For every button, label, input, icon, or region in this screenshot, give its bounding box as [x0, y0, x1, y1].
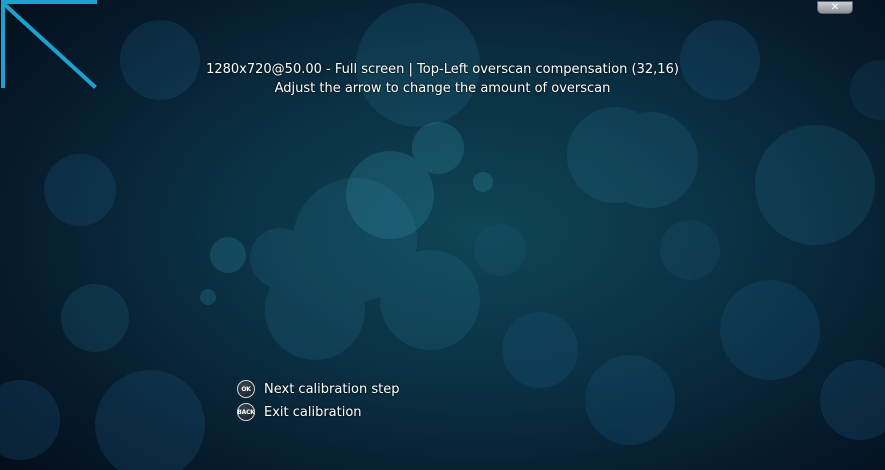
close-button[interactable]: ✕: [817, 1, 853, 14]
instruction-text: Adjust the arrow to change the amount of…: [274, 81, 611, 96]
exit-calibration-label: Exit calibration: [264, 404, 362, 420]
calibration-info: 1280x720@50.00 - Full screen | Top-Left …: [0, 60, 885, 98]
resolution-text: 1280x720@50.00 - Full screen | Top-Left …: [206, 62, 679, 77]
button-hints: OK Next calibration step BACK Exit calib…: [237, 378, 399, 424]
next-step-label: Next calibration step: [264, 381, 400, 397]
next-step-hint[interactable]: OK Next calibration step: [237, 378, 399, 400]
close-icon: ✕: [830, 1, 840, 13]
overscan-calibration-screen: ✕ 1280x720@50.00 - Full screen | Top-Lef…: [0, 0, 885, 470]
back-button-icon[interactable]: BACK: [237, 403, 255, 421]
ok-button-icon[interactable]: OK: [237, 380, 255, 398]
exit-calibration-hint[interactable]: BACK Exit calibration: [237, 401, 399, 423]
